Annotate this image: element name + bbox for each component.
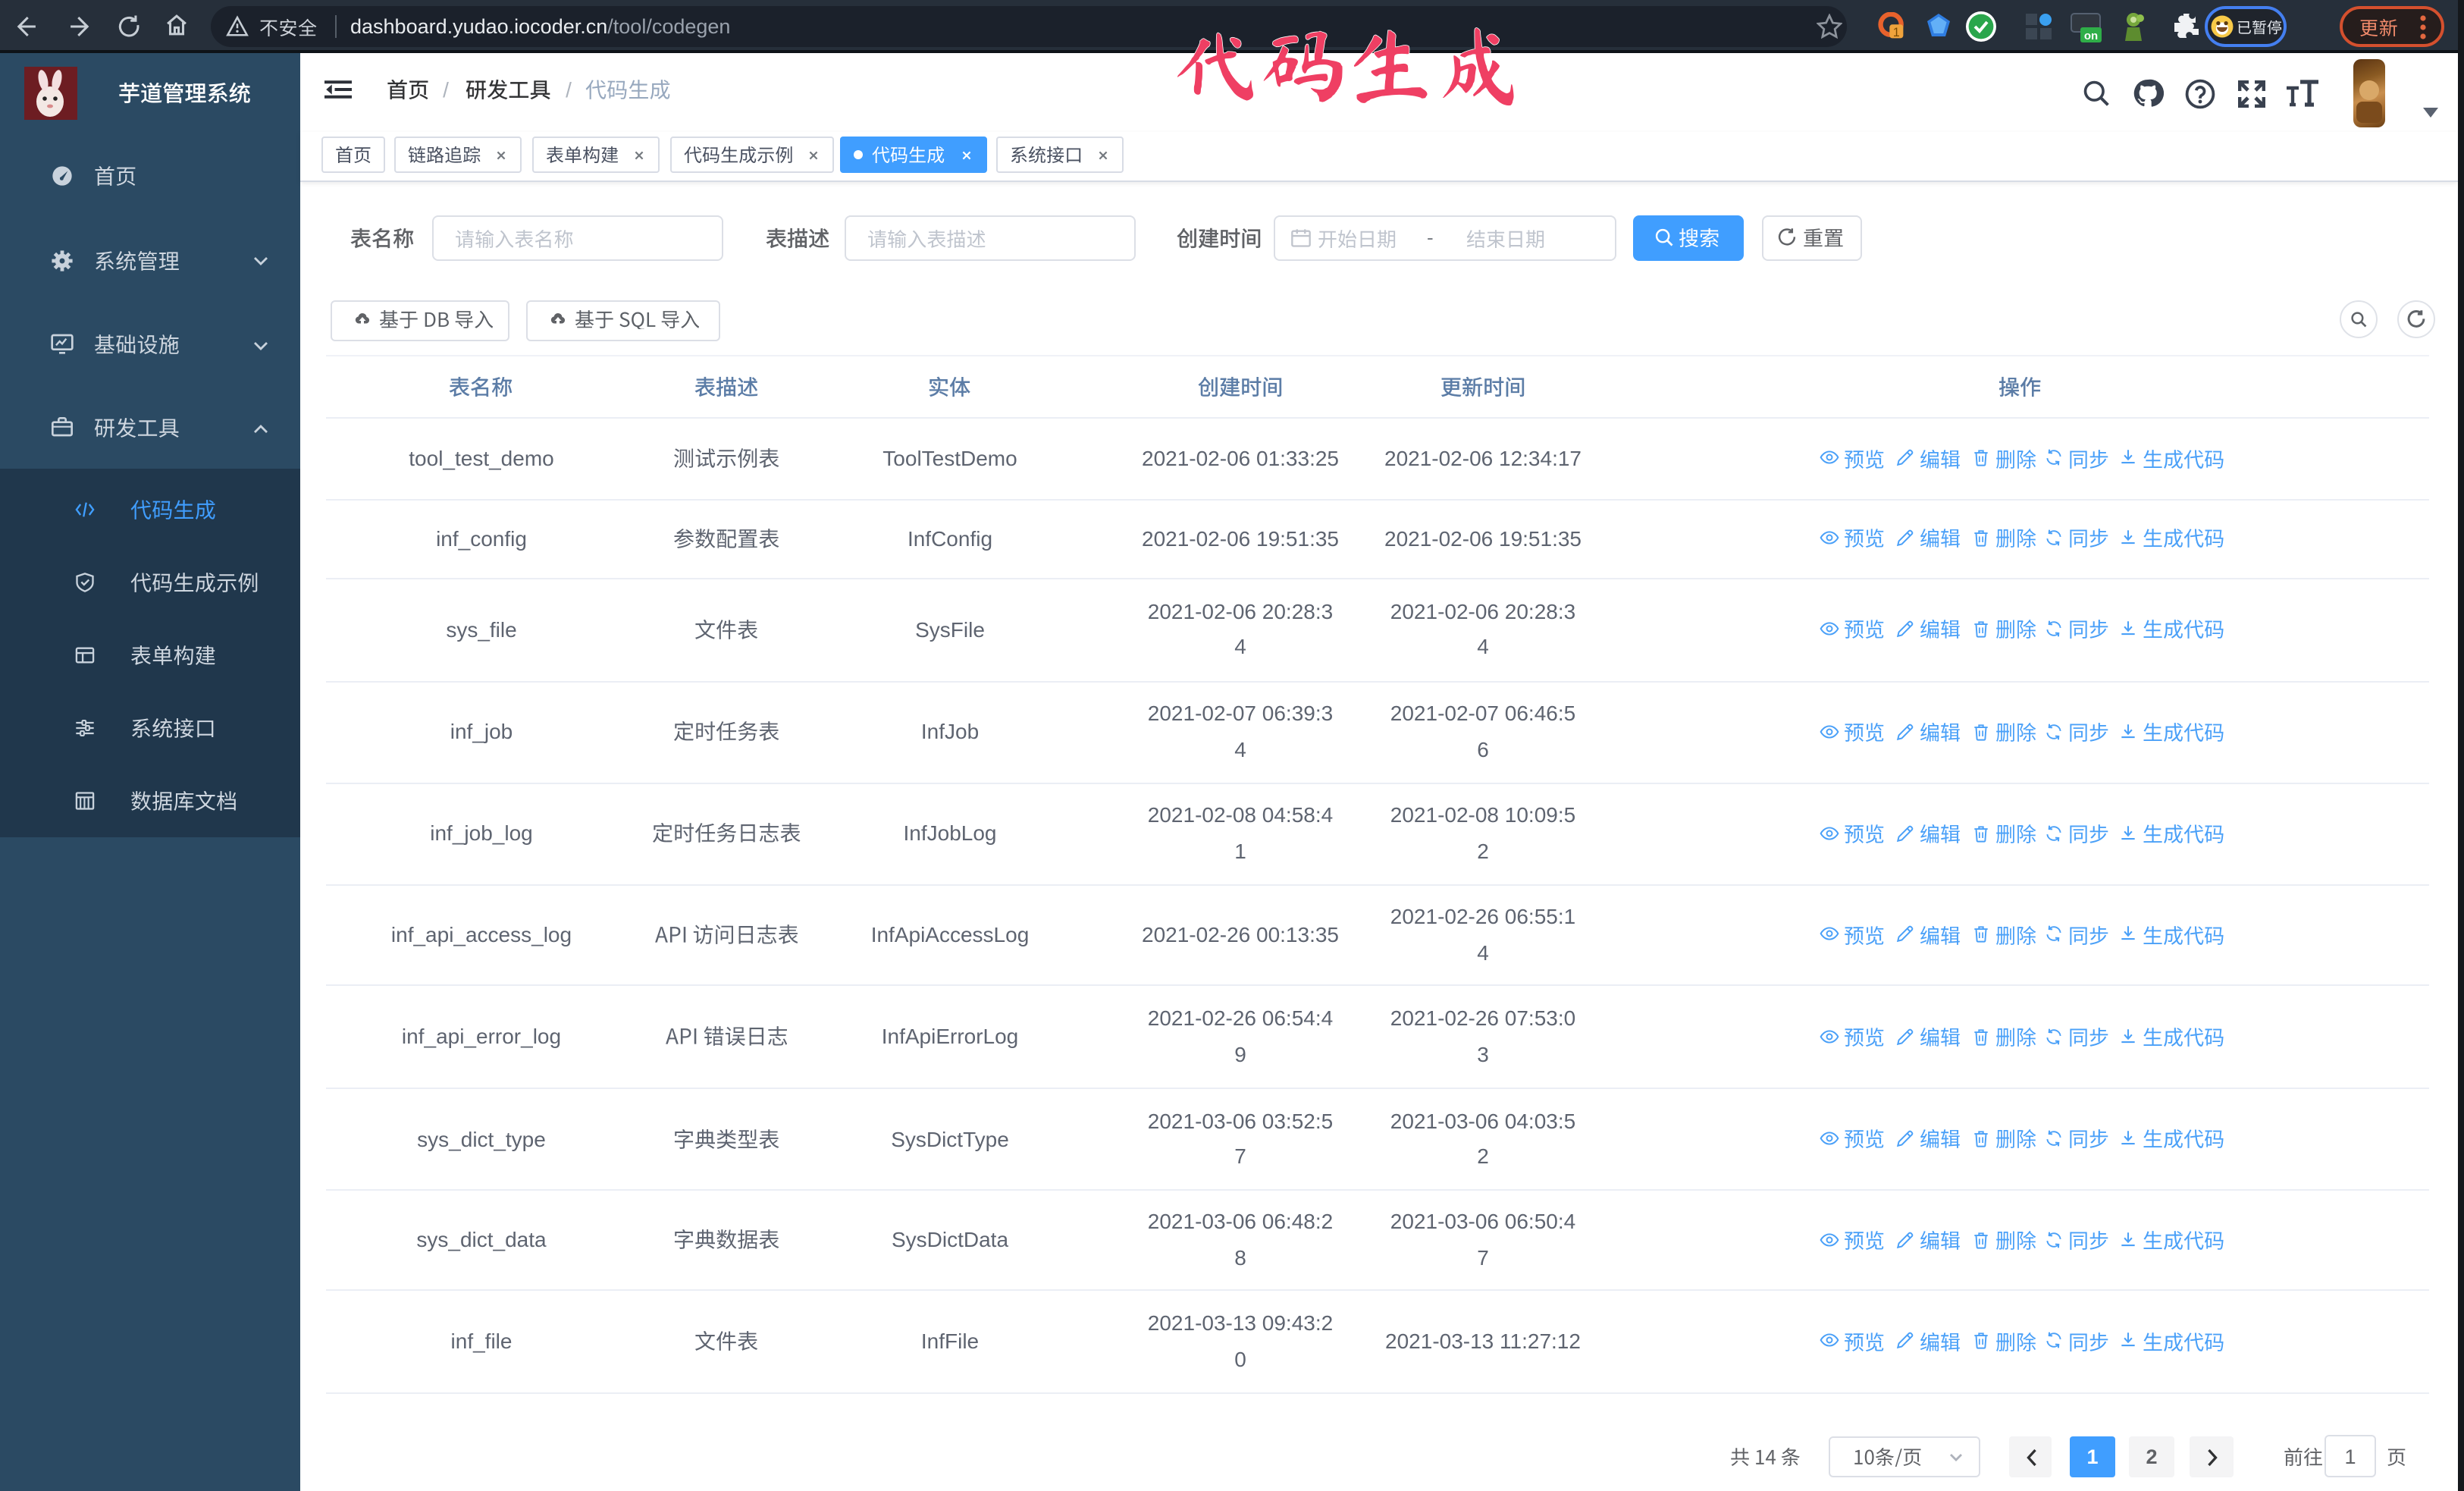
svg-text:1: 1 [1893, 26, 1900, 39]
svg-text:on: on [2084, 30, 2098, 42]
